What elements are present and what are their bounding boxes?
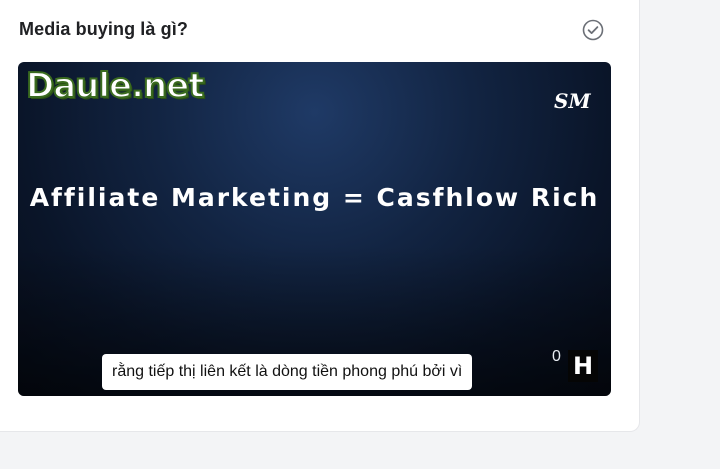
watermark-text: Daule.net bbox=[25, 65, 206, 107]
sm-logo-icon: SM bbox=[554, 89, 591, 120]
corner-h-badge: H bbox=[568, 350, 598, 382]
video-headline: Affiliate Marketing = Casfhlow Rich bbox=[29, 183, 600, 212]
corner-zero-text: 0 bbox=[552, 348, 561, 365]
lesson-card: Media buying là gì? Daule.net SM Affilia… bbox=[0, 0, 640, 432]
video-vignette bbox=[18, 62, 611, 396]
page: Media buying là gì? Daule.net SM Affilia… bbox=[0, 0, 720, 469]
lesson-title: Media buying là gì? bbox=[19, 19, 188, 39]
video-subtitle: rằng tiếp thị liên kết là dòng tiền phon… bbox=[102, 354, 473, 390]
check-circle-icon[interactable] bbox=[582, 19, 604, 41]
video-player[interactable]: Daule.net SM Affiliate Marketing = Casfh… bbox=[18, 62, 611, 396]
brand-logo-text: SM bbox=[554, 89, 591, 113]
